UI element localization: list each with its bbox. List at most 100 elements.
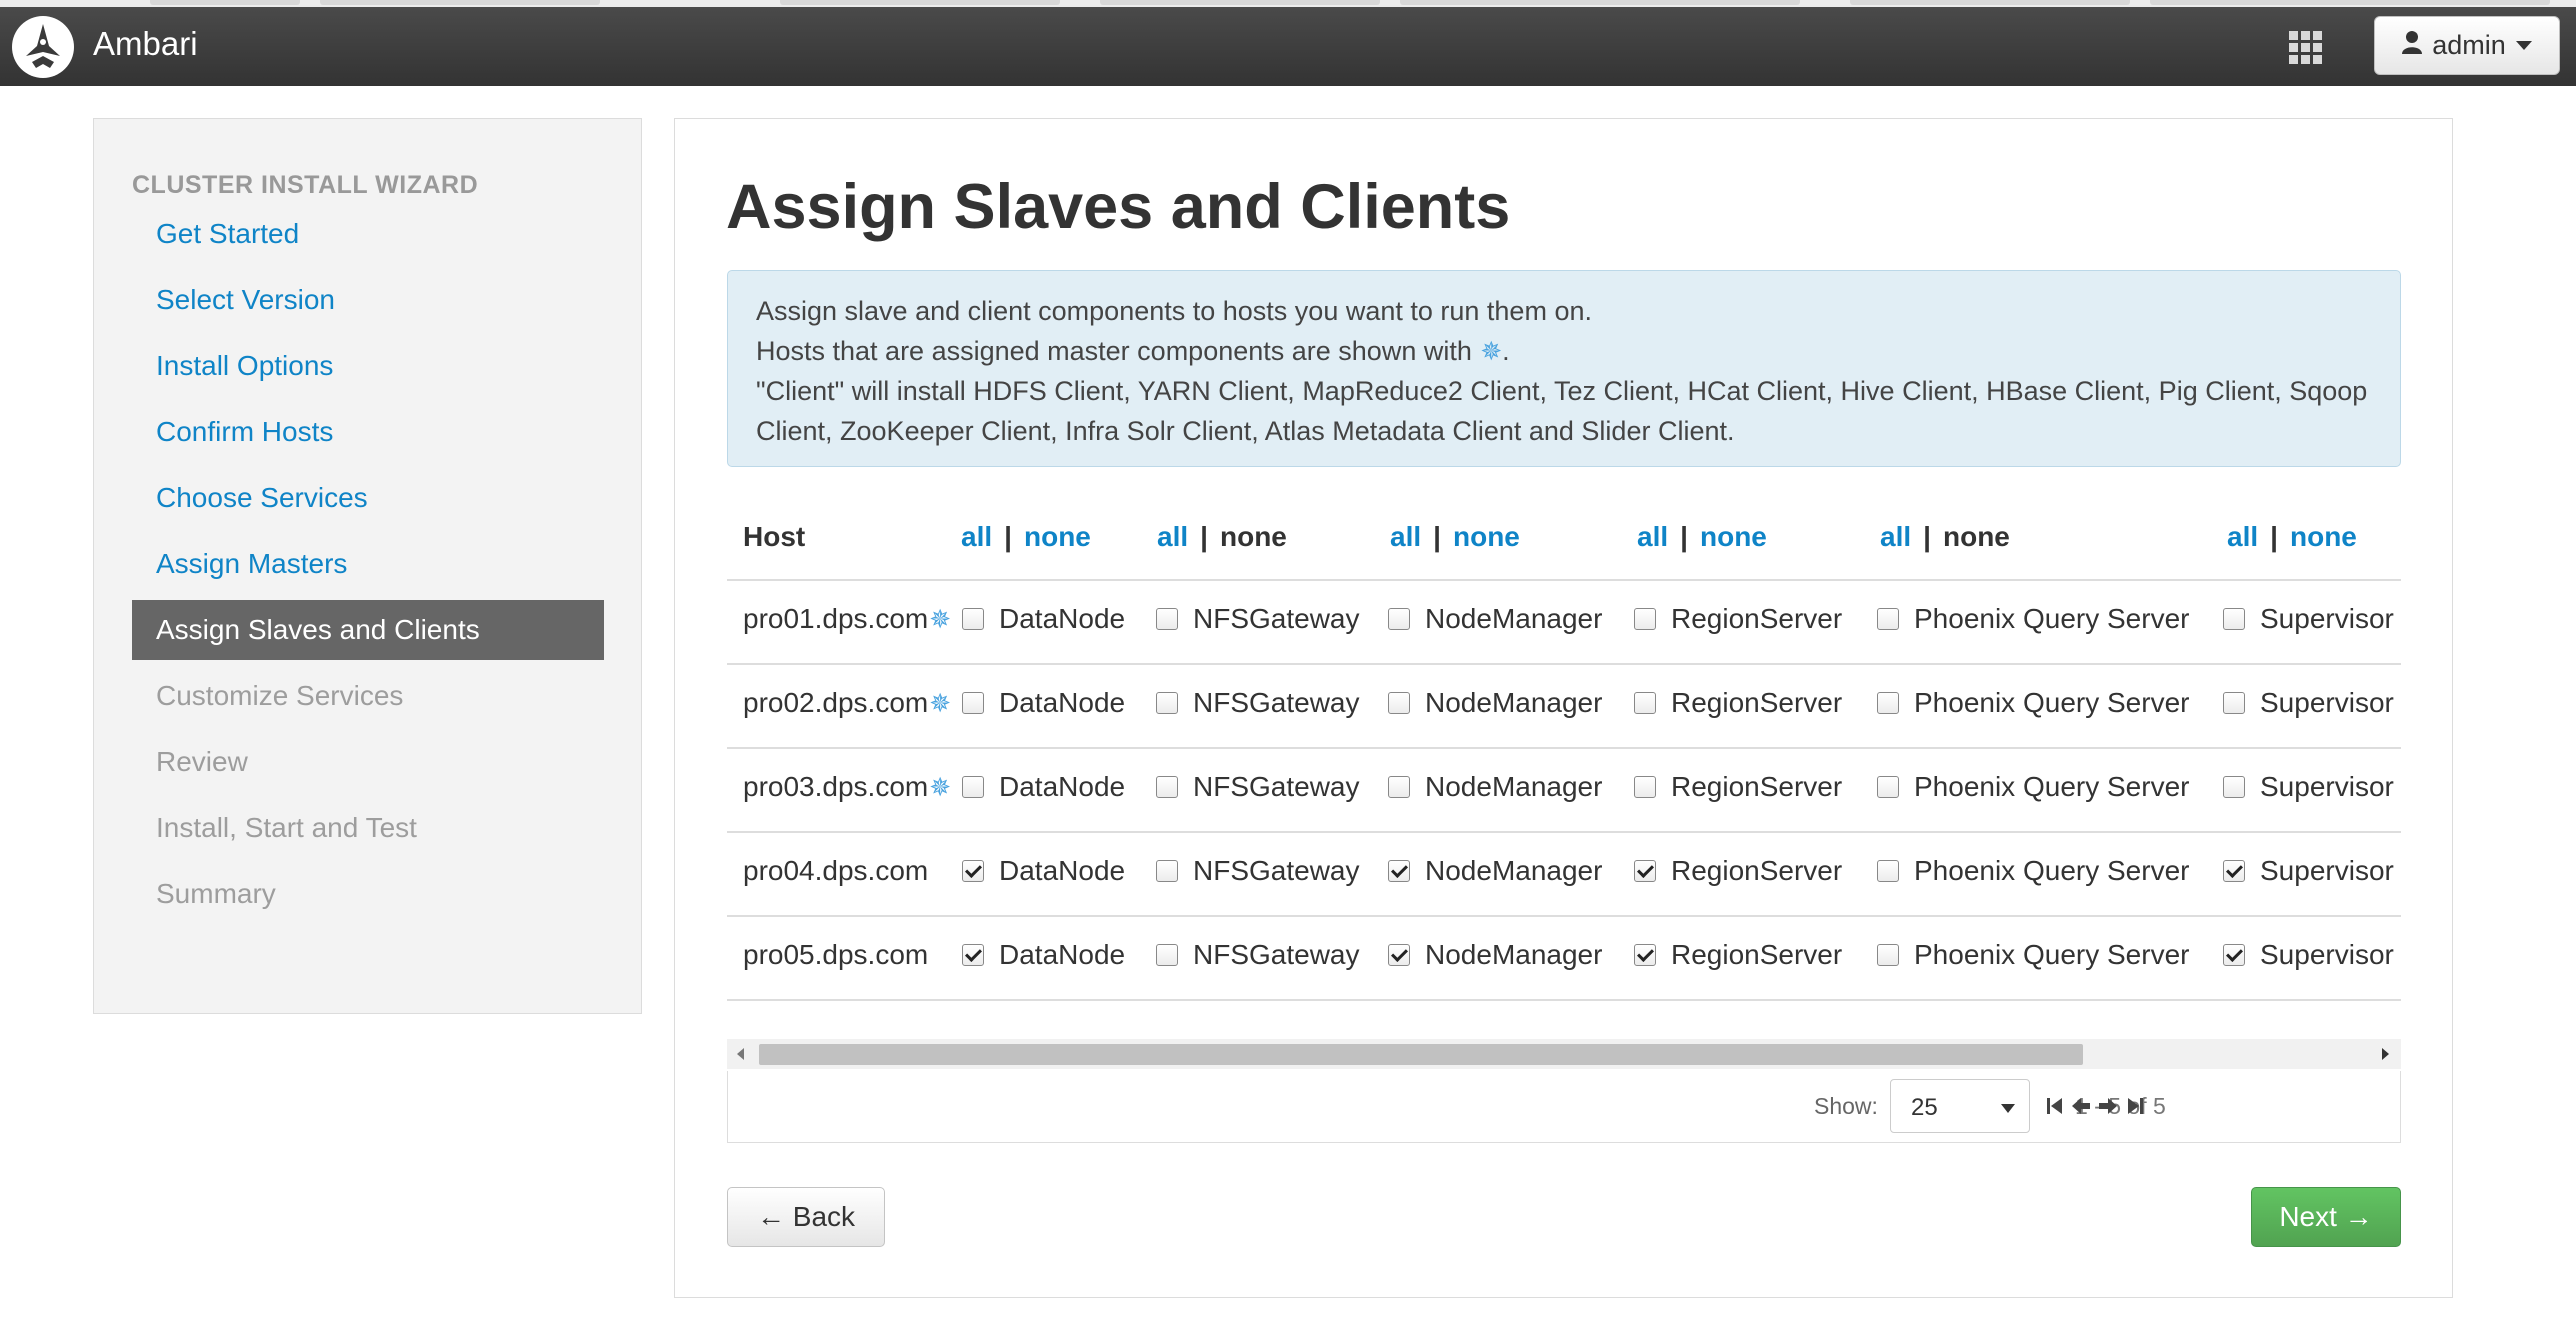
sidebar-step-assign-slaves-and-clients[interactable]: Assign Slaves and Clients	[132, 600, 604, 660]
select-all-link[interactable]: all	[1880, 521, 1911, 552]
component-checkbox[interactable]	[1877, 776, 1899, 798]
component-cell-nodemanager[interactable]: NodeManager	[1388, 687, 1602, 719]
component-label: Supervisor	[2260, 855, 2394, 886]
component-cell-regionserver[interactable]: RegionServer	[1634, 939, 1842, 971]
sidebar-step-confirm-hosts[interactable]: Confirm Hosts	[132, 402, 604, 462]
sidebar-step-review: Review	[156, 746, 248, 777]
component-checkbox[interactable]	[1388, 776, 1410, 798]
component-cell-nfsgateway[interactable]: NFSGateway	[1156, 687, 1360, 719]
component-cell-datanode[interactable]: DataNode	[962, 603, 1125, 635]
select-all-link[interactable]: all	[2227, 521, 2258, 552]
component-label: Supervisor	[2260, 687, 2394, 718]
brand-name[interactable]: Ambari	[93, 25, 198, 63]
table-row: pro01.dps.com✵ DataNode NFSGateway NodeMana…	[727, 581, 2401, 665]
component-checkbox[interactable]	[1156, 776, 1178, 798]
component-checkbox[interactable]	[1388, 608, 1410, 630]
component-checkbox[interactable]	[1877, 608, 1899, 630]
component-checkbox[interactable]	[962, 860, 984, 882]
component-checkbox[interactable]	[1634, 608, 1656, 630]
first-page-icon[interactable]	[2042, 1091, 2068, 1121]
select-all-link[interactable]: all	[1637, 521, 1668, 552]
page-size-select[interactable]: 25	[1890, 1079, 2030, 1133]
component-cell-phoenix-query-server[interactable]: Phoenix Query Server	[1877, 939, 2189, 971]
component-checkbox[interactable]	[2223, 776, 2245, 798]
component-checkbox[interactable]	[1388, 860, 1410, 882]
horizontal-scrollbar[interactable]	[727, 1039, 2401, 1069]
component-cell-nodemanager[interactable]: NodeManager	[1388, 855, 1602, 887]
component-cell-datanode[interactable]: DataNode	[962, 687, 1125, 719]
component-cell-datanode[interactable]: DataNode	[962, 771, 1125, 803]
component-checkbox[interactable]	[1156, 944, 1178, 966]
component-cell-nfsgateway[interactable]: NFSGateway	[1156, 603, 1360, 635]
views-grid-icon[interactable]	[2288, 30, 2324, 66]
select-group-nfsgateway: all | none	[1157, 521, 1287, 553]
component-checkbox[interactable]	[1877, 692, 1899, 714]
scroll-right-icon[interactable]	[2382, 1048, 2389, 1060]
component-cell-phoenix-query-server[interactable]: Phoenix Query Server	[1877, 771, 2189, 803]
component-cell-supervisor[interactable]: Supervisor	[2223, 855, 2394, 887]
component-checkbox[interactable]	[962, 776, 984, 798]
component-cell-regionserver[interactable]: RegionServer	[1634, 771, 1842, 803]
sidebar-step-select-version[interactable]: Select Version	[132, 270, 604, 330]
component-cell-nodemanager[interactable]: NodeManager	[1388, 771, 1602, 803]
component-checkbox[interactable]	[1156, 608, 1178, 630]
select-all-link[interactable]: all	[1157, 521, 1188, 552]
component-checkbox[interactable]	[1877, 944, 1899, 966]
component-cell-nodemanager[interactable]: NodeManager	[1388, 603, 1602, 635]
wizard-title: CLUSTER INSTALL WIZARD	[132, 171, 479, 199]
component-cell-datanode[interactable]: DataNode	[962, 855, 1125, 887]
component-cell-phoenix-query-server[interactable]: Phoenix Query Server	[1877, 855, 2189, 887]
previous-page-icon[interactable]	[2068, 1091, 2094, 1121]
component-checkbox[interactable]	[1388, 944, 1410, 966]
scroll-left-icon[interactable]	[737, 1048, 744, 1060]
sidebar-step-get-started[interactable]: Get Started	[132, 204, 604, 264]
component-cell-supervisor[interactable]: Supervisor	[2223, 939, 2394, 971]
ambari-logo-icon[interactable]	[12, 16, 74, 78]
component-cell-supervisor[interactable]: Supervisor	[2223, 687, 2394, 719]
component-checkbox[interactable]	[1634, 860, 1656, 882]
component-cell-regionserver[interactable]: RegionServer	[1634, 687, 1842, 719]
select-none-link[interactable]: none	[1024, 521, 1091, 552]
component-checkbox[interactable]	[962, 692, 984, 714]
select-all-link[interactable]: all	[1390, 521, 1421, 552]
component-cell-nfsgateway[interactable]: NFSGateway	[1156, 771, 1360, 803]
component-cell-regionserver[interactable]: RegionServer	[1634, 855, 1842, 887]
select-none-link[interactable]: none	[1700, 521, 1767, 552]
select-all-link[interactable]: all	[961, 521, 992, 552]
component-cell-regionserver[interactable]: RegionServer	[1634, 603, 1842, 635]
component-checkbox[interactable]	[1634, 776, 1656, 798]
component-checkbox[interactable]	[2223, 692, 2245, 714]
component-checkbox[interactable]	[1634, 944, 1656, 966]
component-cell-phoenix-query-server[interactable]: Phoenix Query Server	[1877, 687, 2189, 719]
back-button[interactable]: ← Back	[727, 1187, 885, 1247]
component-cell-supervisor[interactable]: Supervisor	[2223, 603, 2394, 635]
component-cell-nfsgateway[interactable]: NFSGateway	[1156, 855, 1360, 887]
component-checkbox[interactable]	[962, 944, 984, 966]
component-checkbox[interactable]	[1156, 692, 1178, 714]
component-checkbox[interactable]	[2223, 860, 2245, 882]
component-cell-nfsgateway[interactable]: NFSGateway	[1156, 939, 1360, 971]
next-page-icon[interactable]	[2095, 1091, 2121, 1121]
sidebar-step-install-options[interactable]: Install Options	[132, 336, 604, 396]
component-checkbox[interactable]	[962, 608, 984, 630]
component-checkbox[interactable]	[1388, 692, 1410, 714]
next-button[interactable]: Next →	[2251, 1187, 2401, 1247]
component-checkbox[interactable]	[1156, 860, 1178, 882]
sidebar-step-choose-services[interactable]: Choose Services	[132, 468, 604, 528]
select-none-link[interactable]: none	[1453, 521, 1520, 552]
select-none-link[interactable]: none	[2290, 521, 2357, 552]
component-cell-nodemanager[interactable]: NodeManager	[1388, 939, 1602, 971]
component-checkbox[interactable]	[2223, 944, 2245, 966]
component-checkbox[interactable]	[1634, 692, 1656, 714]
component-checkbox[interactable]	[1877, 860, 1899, 882]
sidebar-step-assign-masters[interactable]: Assign Masters	[132, 534, 604, 594]
user-menu-button[interactable]: admin	[2374, 16, 2560, 75]
component-cell-phoenix-query-server[interactable]: Phoenix Query Server	[1877, 603, 2189, 635]
last-page-icon[interactable]	[2122, 1091, 2148, 1121]
component-cell-supervisor[interactable]: Supervisor	[2223, 771, 2394, 803]
component-label: NFSGateway	[1193, 687, 1360, 718]
component-cell-datanode[interactable]: DataNode	[962, 939, 1125, 971]
scrollbar-thumb[interactable]	[759, 1044, 2083, 1065]
component-checkbox[interactable]	[2223, 608, 2245, 630]
component-label: NFSGateway	[1193, 855, 1360, 886]
